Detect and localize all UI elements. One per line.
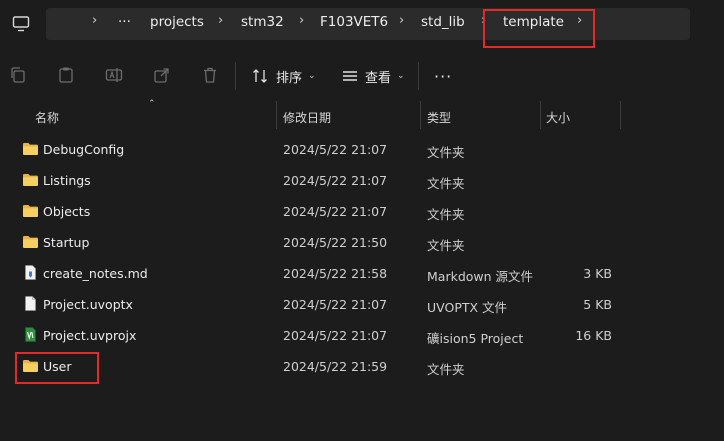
file-date-modified: 2024/5/22 21:50: [283, 235, 388, 250]
chevron-right-icon[interactable]: ›: [92, 13, 97, 28]
column-divider[interactable]: [420, 101, 421, 129]
file-type: Markdown 源文件: [427, 269, 534, 284]
column-header-name[interactable]: 名称: [35, 109, 59, 126]
chevron-right-icon[interactable]: ›: [299, 13, 304, 28]
breadcrumb-std-lib[interactable]: std_lib: [421, 14, 465, 30]
file-name: DebugConfig: [43, 142, 125, 157]
column-header-row: ⌃ 名称 修改日期 类型 大小: [0, 99, 724, 131]
share-icon[interactable]: [153, 66, 171, 84]
file-type: 文件夹: [427, 207, 465, 222]
file-name: create_notes.md: [43, 266, 148, 281]
copy-icon[interactable]: [9, 66, 27, 84]
file-type: 文件夹: [427, 145, 465, 160]
file-name: Listings: [43, 173, 91, 188]
file-date-modified: 2024/5/22 21:07: [283, 204, 388, 219]
file-type: 礦ision5 Project: [427, 331, 524, 346]
chevron-right-icon[interactable]: ›: [399, 13, 404, 28]
highlight-box-template: [483, 9, 595, 48]
chevron-right-icon[interactable]: ›: [218, 13, 223, 28]
file-date-modified: 2024/5/22 21:07: [283, 297, 388, 312]
highlight-box-user: [15, 352, 99, 384]
file-date-modified: 2024/5/22 21:58: [283, 266, 388, 281]
file-date-modified: 2024/5/22 21:07: [283, 328, 388, 343]
file-date-modified: 2024/5/22 21:07: [283, 173, 388, 188]
sort-icon: [253, 69, 267, 83]
sort-button[interactable]: 排序 ⌄: [252, 66, 316, 86]
file-type: 文件夹: [427, 176, 465, 191]
file-type: UVOPTX 文件: [427, 300, 508, 315]
file-row[interactable]: Listings 2024/5/22 21:07 文件夹: [0, 165, 724, 196]
file-row[interactable]: create_notes.md 2024/5/22 21:58 Markdown 源…: [0, 258, 724, 289]
folder-icon: [22, 141, 39, 156]
file-row[interactable]: User 2024/5/22 21:59 文件夹: [0, 351, 724, 382]
file-row[interactable]: Project.uvprojx 2024/5/22 21:07 礦ision5 Pr…: [0, 320, 724, 351]
file-size: 3 KB: [583, 266, 612, 281]
file-name: Startup: [43, 235, 90, 250]
column-header-date[interactable]: 修改日期: [283, 109, 331, 126]
file-name: Objects: [43, 204, 91, 219]
file-date-modified: 2024/5/22 21:59: [283, 359, 388, 374]
file-row[interactable]: Startup 2024/5/22 21:50 文件夹: [0, 227, 724, 258]
file-size: 5 KB: [583, 297, 612, 312]
view-button[interactable]: 查看 ⌄: [341, 66, 405, 86]
column-header-type[interactable]: 类型: [427, 109, 451, 126]
chevron-down-icon: ⌄: [308, 71, 316, 81]
file-row[interactable]: DebugConfig 2024/5/22 21:07 文件夹: [0, 134, 724, 165]
more-options-button[interactable]: ···: [434, 66, 452, 86]
file-date-modified: 2024/5/22 21:07: [283, 142, 388, 157]
address-area: › ··· ··· › projects › stm32 › F103VET6 …: [0, 0, 724, 48]
paste-icon[interactable]: [57, 66, 75, 84]
file-row[interactable]: Project.uvoptx 2024/5/22 21:07 UVOPTX 文件 5 …: [0, 289, 724, 320]
sort-label: 排序: [276, 70, 303, 86]
sort-ascending-icon: ⌃: [148, 99, 156, 109]
markdown-file-icon: [22, 265, 39, 280]
file-icon: [22, 296, 39, 311]
breadcrumb-f103vet6[interactable]: F103VET6: [320, 14, 388, 30]
file-name: Project.uvprojx: [43, 328, 137, 343]
folder-icon: [22, 172, 39, 187]
view-list-icon: [343, 71, 357, 81]
this-pc-icon[interactable]: [12, 16, 30, 32]
file-row[interactable]: Objects 2024/5/22 21:07 文件夹: [0, 196, 724, 227]
toolbar-divider: [418, 62, 419, 90]
breadcrumb-stm32[interactable]: stm32: [241, 14, 284, 30]
keil-project-icon: [22, 327, 39, 342]
view-label: 查看: [365, 70, 392, 86]
column-header-size[interactable]: 大小: [546, 109, 570, 126]
column-divider[interactable]: [620, 101, 621, 129]
breadcrumb-projects[interactable]: projects: [150, 14, 204, 30]
folder-icon: [22, 234, 39, 249]
column-divider[interactable]: [276, 101, 277, 129]
column-divider[interactable]: [540, 101, 541, 129]
command-bar: 排序 ⌄ 查看 ⌄ ···: [0, 56, 724, 96]
rename-icon[interactable]: [105, 66, 123, 84]
file-type: 文件夹: [427, 362, 465, 377]
folder-icon: [22, 203, 39, 218]
toolbar-divider: [235, 62, 236, 90]
delete-icon[interactable]: [201, 66, 219, 84]
file-size: 16 KB: [575, 328, 612, 343]
file-type: 文件夹: [427, 238, 465, 253]
chevron-down-icon: ⌄: [397, 71, 405, 81]
breadcrumb-more-overlay[interactable]: ···: [118, 14, 131, 30]
file-name: Project.uvoptx: [43, 297, 133, 312]
